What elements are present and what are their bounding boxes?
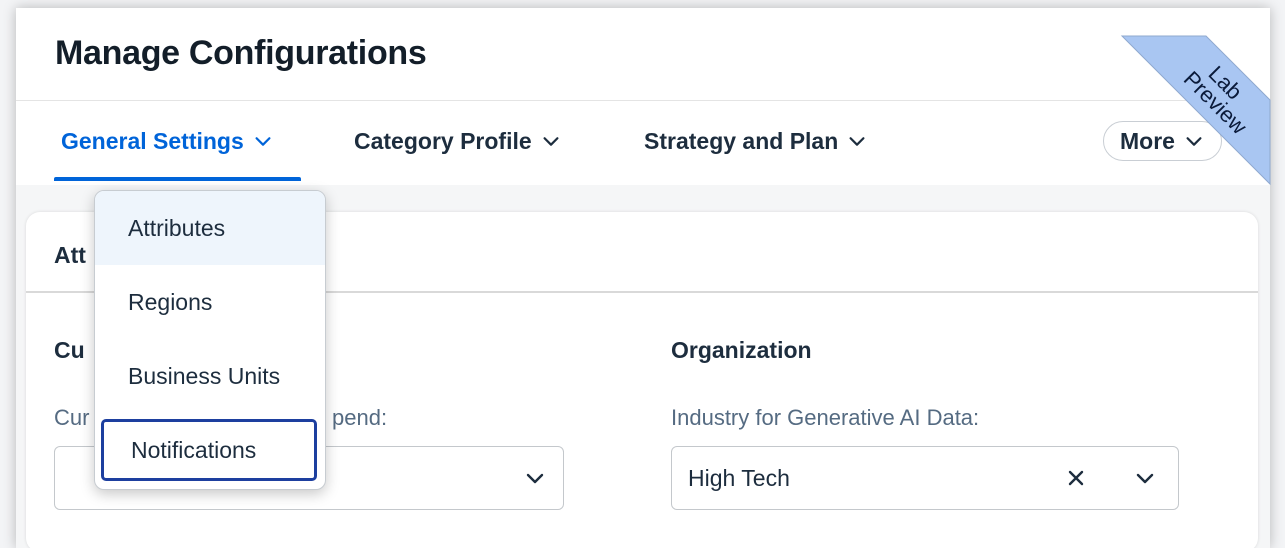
menu-item-business-units[interactable]: Business Units — [95, 339, 325, 413]
tab-label: Strategy and Plan — [644, 127, 839, 154]
page-header: Manage Configurations — [16, 8, 1270, 101]
close-icon[interactable] — [1064, 466, 1088, 490]
menu-item-regions[interactable]: Regions — [95, 265, 325, 339]
more-button[interactable]: More — [1103, 121, 1222, 161]
menu-item-label: Notifications — [131, 436, 257, 463]
chevron-down-icon — [255, 137, 271, 146]
app-window: Manage Configurations General Settings C… — [16, 8, 1270, 548]
menu-item-notifications[interactable]: Notifications — [101, 419, 317, 481]
chevron-down-icon[interactable] — [1133, 466, 1157, 490]
active-tab-indicator — [54, 177, 301, 181]
industry-field-label: Industry for Generative AI Data: — [671, 405, 980, 430]
menu-item-label: Regions — [128, 288, 213, 315]
currency-section-title: Cu — [54, 337, 85, 363]
menu-item-label: Attributes — [128, 214, 226, 241]
organization-section-title: Organization — [671, 337, 812, 363]
tab-label: General Settings — [61, 127, 244, 154]
tab-general-settings[interactable]: General Settings — [61, 126, 274, 156]
page-title: Manage Configurations — [55, 34, 427, 72]
chevron-down-icon — [1186, 137, 1202, 146]
chevron-down-icon — [543, 137, 559, 146]
currency-field-label-end: pend: — [332, 405, 388, 430]
chevron-down-icon[interactable] — [523, 466, 547, 490]
industry-select-value: High Tech — [688, 465, 790, 491]
menu-item-label: Business Units — [128, 362, 281, 389]
tab-category-profile[interactable]: Category Profile — [354, 126, 562, 156]
tab-label: Category Profile — [354, 127, 532, 154]
more-button-label: More — [1120, 127, 1175, 154]
currency-field-label-start: Cur — [54, 405, 90, 430]
card-title: Att — [54, 242, 86, 268]
menu-item-attributes[interactable]: Attributes — [95, 191, 325, 265]
chevron-down-icon — [849, 137, 865, 146]
tab-strategy-and-plan[interactable]: Strategy and Plan — [644, 126, 868, 156]
tab-bar: General Settings Category Profile Strate… — [16, 101, 1270, 185]
general-settings-dropdown-menu: Attributes Regions Business Units Notifi… — [94, 190, 326, 490]
industry-select[interactable]: High Tech — [671, 446, 1179, 510]
